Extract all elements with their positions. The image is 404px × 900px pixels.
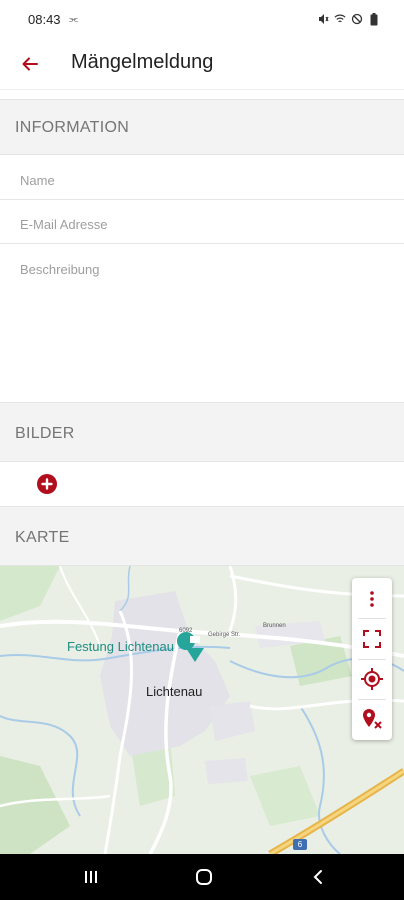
my-location-button[interactable] [352,659,392,699]
home-icon [196,869,212,885]
map-menu-button[interactable] [352,579,392,619]
images-row [0,462,404,506]
map-road-label: 6092 [179,628,193,634]
nav-back-button[interactable] [298,862,338,892]
back-button[interactable] [12,46,48,82]
recents-icon [85,871,97,883]
recents-button[interactable] [71,862,111,892]
name-field[interactable]: Name [0,155,404,200]
system-nav-bar [0,854,404,900]
app-bar: Mängelmeldung [0,40,404,90]
map-view[interactable]: Festung Lichtenau Lichtenau 6092 Gebirge… [0,566,404,854]
back-icon [313,870,322,884]
description-field[interactable]: Beschreibung [0,244,404,402]
section-title-images: BILDER [15,425,75,442]
home-button[interactable] [184,862,224,892]
section-header-map: KARTE [0,506,404,566]
add-image-button[interactable] [37,474,57,494]
map-controls [352,578,392,740]
name-placeholder: Name [20,173,55,188]
section-header-images: BILDER [0,402,404,462]
email-placeholder: E-Mail Adresse [20,217,108,232]
status-time: 08:43 [28,12,61,27]
map-canvas [0,566,404,854]
map-town-area [205,758,248,784]
map-place-label: Festung Lichtenau [67,639,174,654]
battery-icon [368,12,380,26]
wifi-icon [334,12,346,26]
map-road-label: Brunnen [263,623,286,629]
plus-circle-icon [41,478,53,490]
email-field[interactable]: E-Mail Adresse [0,200,404,244]
map-road-label: Gebirge Str. [208,632,241,638]
remove-marker-button[interactable] [352,699,392,739]
map-town-label: Lichtenau [146,684,203,699]
arrow-left-icon [22,57,38,71]
fullscreen-button[interactable] [352,619,392,659]
section-title-map: KARTE [15,529,70,546]
status-bar: 08:43 ⫘ [0,0,404,40]
mute-icon [317,12,329,26]
remove-marker-icon [363,709,382,729]
more-vert-icon [370,591,374,607]
highway-badge: 6 [293,839,307,850]
page-title: Mängelmeldung [71,51,214,73]
status-indicator: ⫘ [69,14,78,25]
section-header-information: INFORMATION [0,99,404,155]
status-icons [317,12,380,26]
fullscreen-icon [363,630,381,648]
my-location-icon [361,668,383,690]
dnd-icon [351,12,363,26]
description-placeholder: Beschreibung [20,262,100,277]
section-title-information: INFORMATION [15,119,130,136]
